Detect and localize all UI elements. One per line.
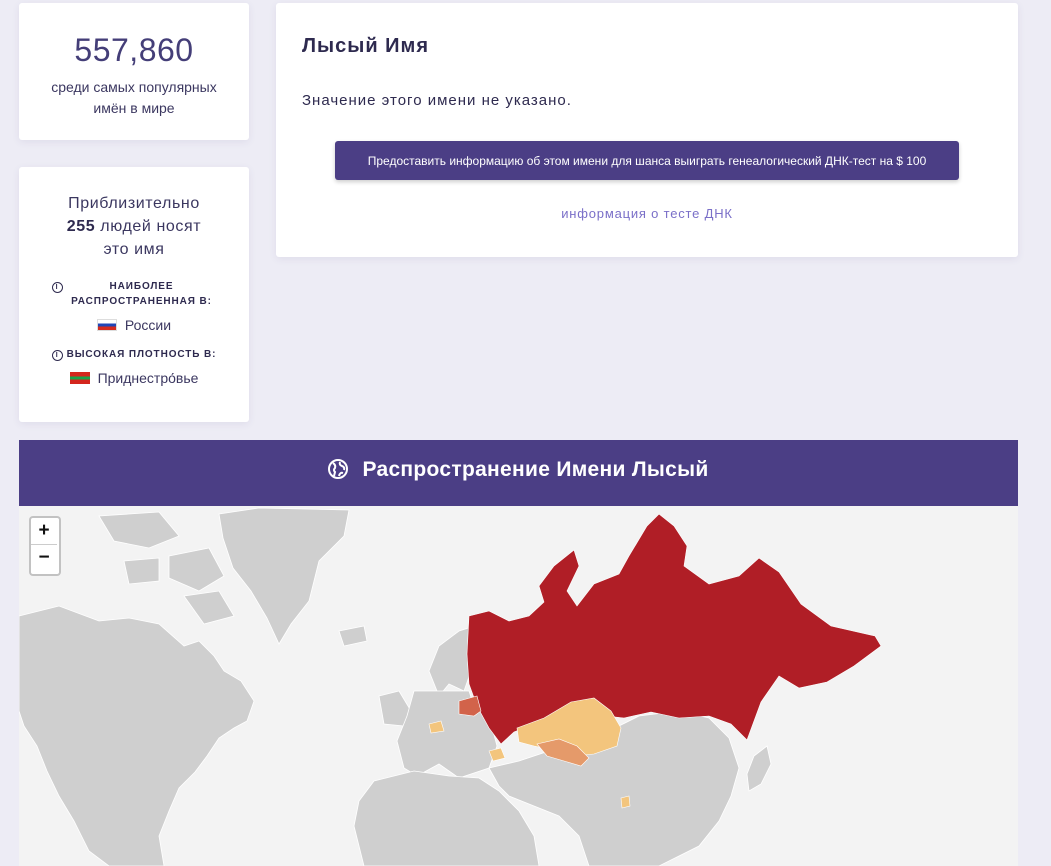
globe-icon (328, 459, 349, 479)
name-title: Лысый Имя (302, 35, 430, 57)
rank-card: 557,860 среди самых популярных имён в ми… (19, 3, 249, 140)
info-icon[interactable]: i (51, 350, 63, 361)
rank-number: 557,860 (74, 32, 194, 68)
people-count-text: Приблизительно 255 людей носят это имя (19, 192, 249, 261)
distribution-title-row: Распространение Имени Лысый (328, 458, 708, 482)
most-common-label: НАИБОЛЕЕ РАСПРОСТРАНЕННАЯ В: (71, 281, 212, 307)
zoom-in-button[interactable]: + (31, 518, 57, 545)
transnistria-flag-icon (69, 372, 90, 384)
high-density-label-row: i ВЫСОКАЯ ПЛОТНОСТЬ В: (19, 347, 249, 362)
distribution-map[interactable]: + − (19, 506, 1018, 866)
world-map[interactable] (19, 506, 1018, 866)
distribution-header: Распространение Имени Лысый (19, 440, 1018, 506)
map-india-region[interactable] (620, 795, 631, 809)
high-density-label: ВЫСОКАЯ ПЛОТНОСТЬ В: (66, 349, 217, 360)
high-density-country-row: Приднестро́вье (19, 370, 249, 386)
distribution-title: Распространение Имени Лысый (362, 458, 709, 481)
approx-prefix: Приблизительно (68, 195, 200, 212)
zoom-control: + − (29, 516, 61, 576)
russia-flag-icon (96, 319, 117, 331)
most-common-country: России (124, 317, 172, 333)
most-common-label-row: i НАИБОЛЕЕ РАСПРОСТРАНЕННАЯ В: (19, 279, 249, 309)
stats-card: Приблизительно 255 людей носят это имя i… (19, 167, 249, 422)
approx-mid: людей носят (100, 218, 202, 235)
dna-test-link[interactable]: информация о тесте ДНК (276, 206, 1018, 221)
submit-info-button[interactable]: Предоставить информацию об этом имени дл… (335, 141, 959, 180)
approx-suffix: это имя (103, 241, 165, 258)
people-count: 255 (66, 218, 96, 235)
zoom-out-button[interactable]: − (31, 545, 57, 571)
rank-caption: среди самых популярных имён в мире (51, 79, 217, 116)
high-density-country: Приднестро́вье (97, 370, 199, 386)
most-common-country-row: России (19, 317, 249, 333)
map-russia[interactable] (466, 513, 882, 745)
info-icon[interactable]: i (51, 282, 63, 293)
meaning-card: Лысый Имя Значение этого имени не указан… (276, 3, 1018, 257)
meaning-text: Значение этого имени не указано. (302, 92, 572, 109)
